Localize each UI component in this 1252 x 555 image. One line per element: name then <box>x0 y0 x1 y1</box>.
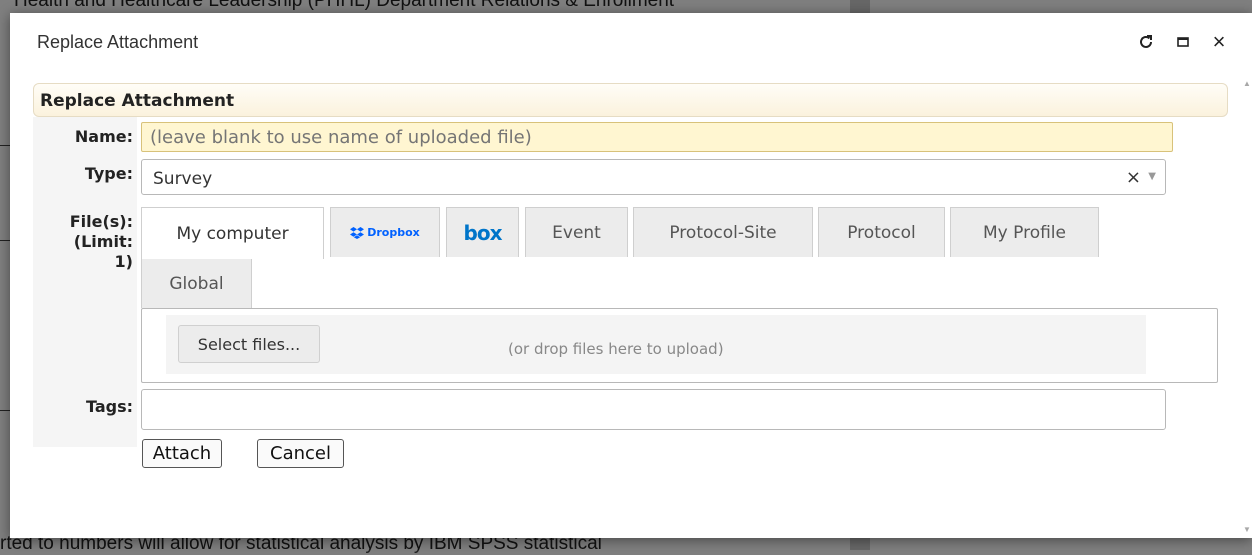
label-column: Name: Type: File(s): (Limit: 1) Tags: <box>33 117 137 447</box>
scroll-up-icon[interactable]: ▲ <box>1243 79 1251 88</box>
tab-label: Event <box>552 222 601 243</box>
tab-my-computer[interactable]: My computer <box>141 207 324 259</box>
tab-box[interactable]: box <box>446 207 519 257</box>
close-icon[interactable]: × <box>1208 29 1230 54</box>
scroll-down-icon[interactable]: ▼ <box>1243 525 1251 534</box>
tags-label: Tags: <box>85 397 133 416</box>
dialog-body: Replace Attachment Name: Type: File(s): … <box>10 75 1242 538</box>
tab-protocol[interactable]: Protocol <box>818 207 945 257</box>
type-label: Type: <box>84 164 133 183</box>
tab-label: My computer <box>176 223 289 244</box>
maximize-icon[interactable] <box>1172 31 1194 53</box>
vertical-scrollbar[interactable]: ▲ ▼ <box>1242 75 1252 538</box>
type-select[interactable]: Survey × ▼ <box>141 159 1166 195</box>
tab-label: Protocol-Site <box>669 222 777 243</box>
tab-label: Global <box>169 273 224 294</box>
tab-label: Protocol <box>847 222 916 243</box>
tab-protocol-site[interactable]: Protocol-Site <box>633 207 813 257</box>
replace-attachment-dialog: Replace Attachment × Replace Attachment … <box>10 13 1252 538</box>
name-label: Name: <box>74 127 133 146</box>
type-selected-value: Survey <box>153 169 213 189</box>
box-logo-icon: box <box>463 220 503 245</box>
files-label-line: (Limit: <box>73 232 133 251</box>
drop-zone[interactable]: Select files... (or drop files here to u… <box>166 315 1146 374</box>
tags-input[interactable] <box>141 389 1166 430</box>
dropbox-logo-icon: Dropbox <box>350 226 420 239</box>
dialog-title: Replace Attachment <box>37 32 199 52</box>
refresh-icon[interactable] <box>1135 31 1157 53</box>
tab-label: My Profile <box>983 222 1066 243</box>
drop-hint: (or drop files here to upload) <box>508 340 724 358</box>
files-label-line: 1) <box>114 252 133 271</box>
attach-button[interactable]: Attach <box>142 439 222 468</box>
dropbox-wordmark: Dropbox <box>367 226 420 239</box>
files-label-line: File(s): <box>69 212 133 231</box>
dialog-titlebar: Replace Attachment × <box>10 13 1252 75</box>
files-label: File(s): (Limit: 1) <box>70 212 133 272</box>
upload-panel: Select files... (or drop files here to u… <box>141 308 1218 383</box>
tab-my-profile[interactable]: My Profile <box>950 207 1099 257</box>
tab-event[interactable]: Event <box>525 207 628 257</box>
section-header: Replace Attachment <box>33 83 1228 117</box>
tab-dropbox[interactable]: Dropbox <box>330 207 440 257</box>
chevron-down-icon[interactable]: ▼ <box>1148 171 1156 182</box>
cancel-button[interactable]: Cancel <box>257 439 344 468</box>
clear-icon[interactable]: × <box>1126 167 1141 188</box>
tab-global[interactable]: Global <box>141 258 252 308</box>
name-input[interactable] <box>141 122 1173 152</box>
select-files-button[interactable]: Select files... <box>178 325 320 363</box>
